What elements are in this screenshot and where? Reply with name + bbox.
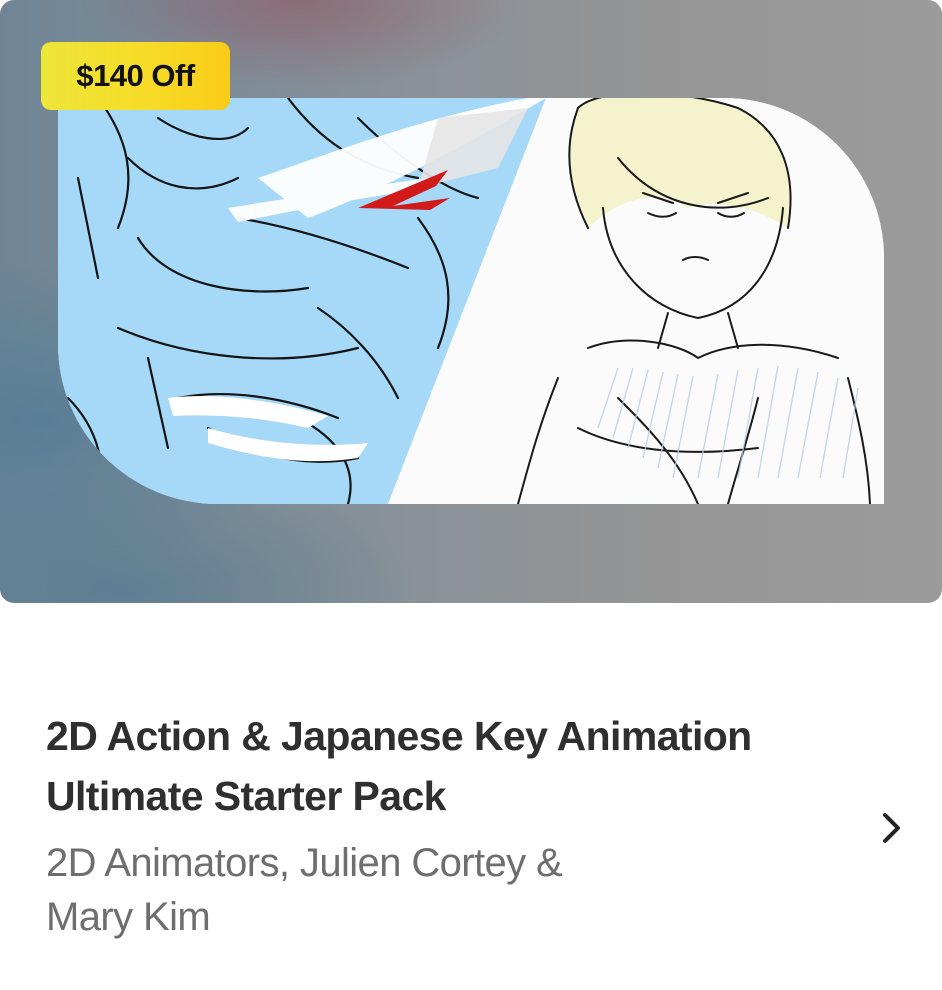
course-thumbnail[interactable]: $140 Off	[0, 0, 942, 603]
discount-badge: $140 Off	[41, 42, 230, 110]
course-title-line1: 2D Action & Japanese Key Animation	[46, 713, 752, 759]
course-artwork	[58, 98, 884, 504]
discount-badge-label: $140 Off	[76, 58, 195, 93]
course-authors-line2: Mary Kim	[46, 895, 211, 939]
course-authors: 2D Animators, Julien Cortey & Mary Kim	[46, 836, 646, 944]
course-title-line2: Ultimate Starter Pack	[46, 773, 446, 819]
course-authors-line1: 2D Animators, Julien Cortey &	[46, 841, 563, 885]
course-title[interactable]: 2D Action & Japanese Key Animation Ultim…	[46, 706, 826, 826]
chevron-right-icon[interactable]	[874, 806, 910, 850]
course-card[interactable]: $140 Off 2D Action & Japanese Key Animat…	[0, 0, 942, 990]
